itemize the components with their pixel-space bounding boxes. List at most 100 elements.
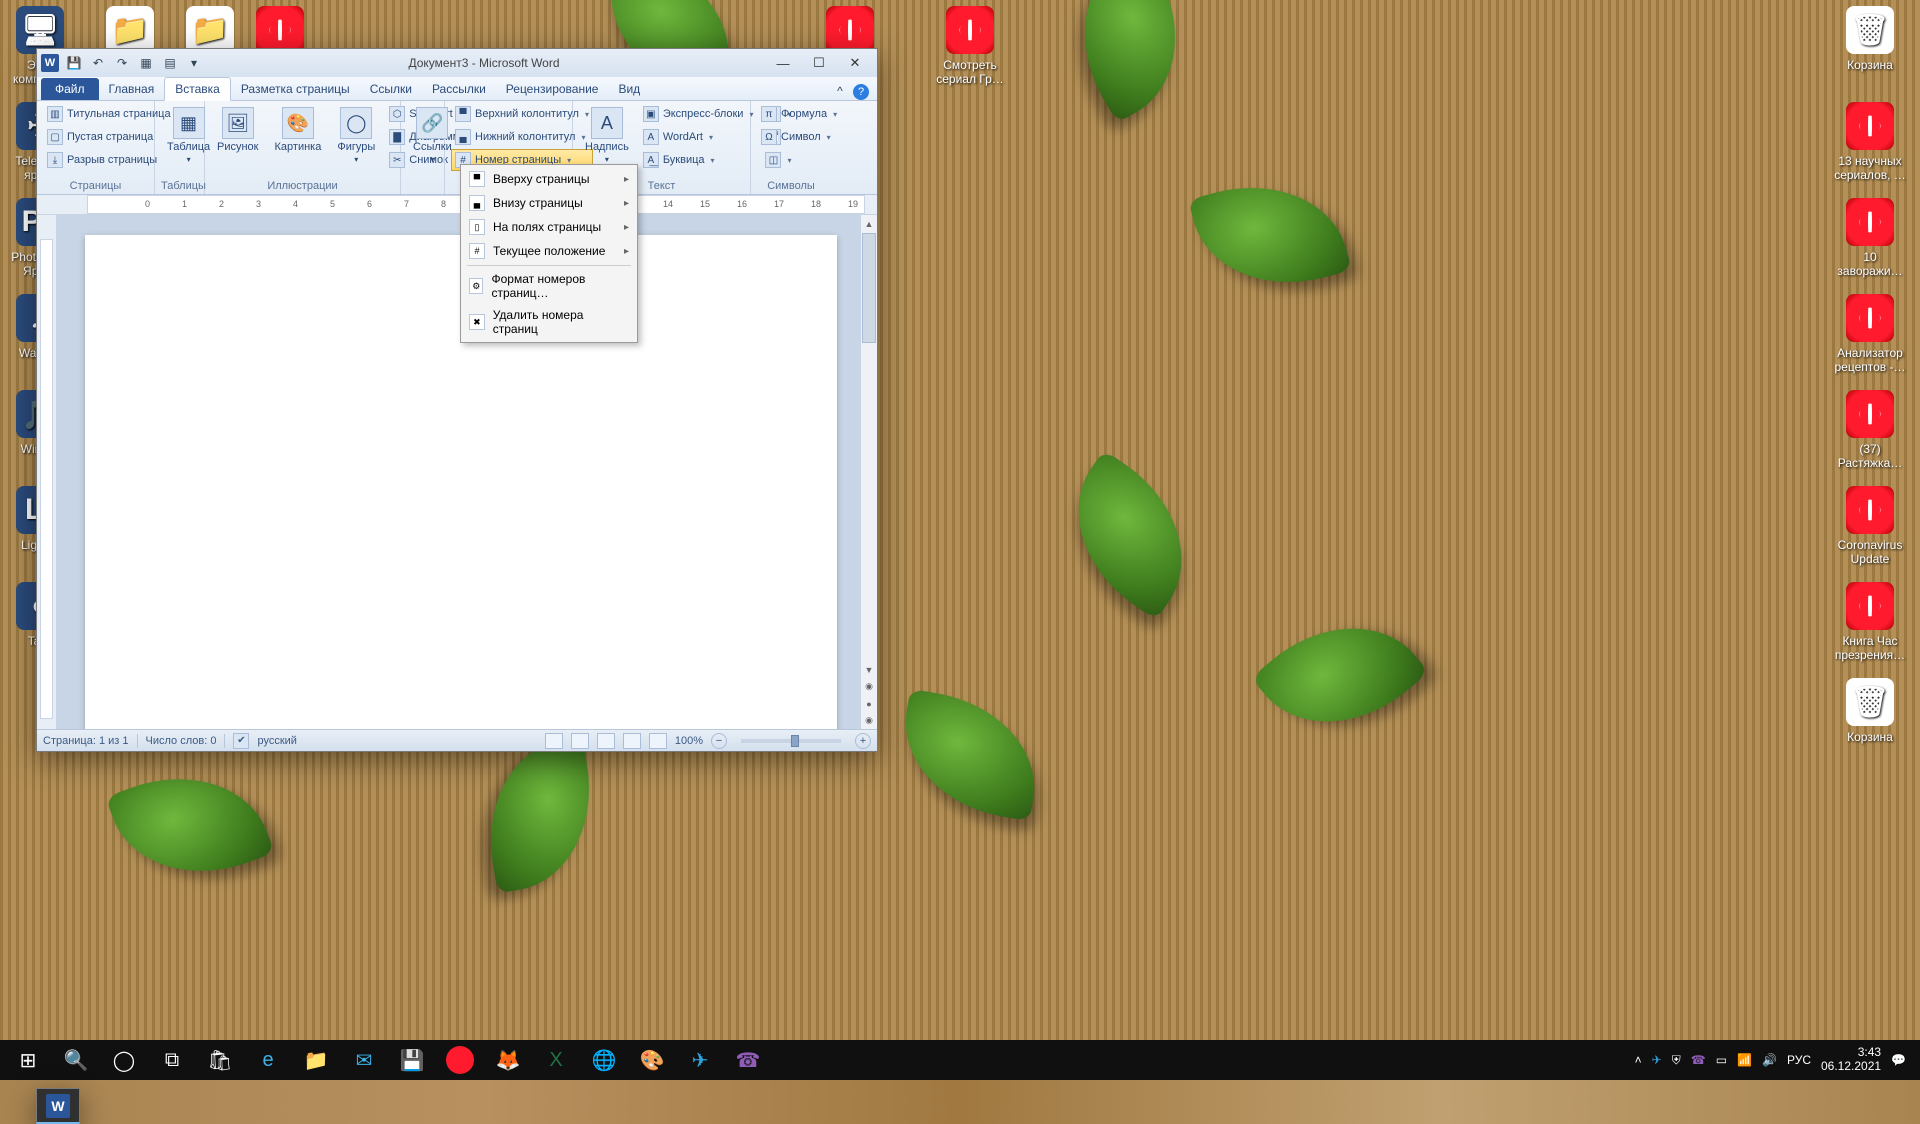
tab-file[interactable]: Файл — [41, 78, 99, 100]
cortana-button[interactable]: ◯ — [102, 1042, 146, 1078]
dropcap-button[interactable]: A͟Буквица — [639, 149, 758, 171]
textbox-button[interactable]: AНадпись▾ — [579, 103, 635, 168]
taskbar-paint[interactable]: 🎨 — [630, 1042, 674, 1078]
zoom-out-button[interactable]: − — [711, 733, 727, 749]
tray-language[interactable]: РУС — [1787, 1053, 1811, 1067]
view-print-layout[interactable] — [545, 733, 563, 749]
ribbon-minimize-icon[interactable]: ^ — [831, 82, 849, 100]
taskbar-ie[interactable]: e — [246, 1042, 290, 1078]
taskbar-explorer[interactable]: 📁 — [294, 1042, 338, 1078]
desktop-icon-opera[interactable]: Coronavirus Update — [1830, 486, 1910, 566]
qat-save[interactable]: 💾 — [65, 54, 83, 72]
desktop-icon-opera[interactable]: (37) Растяжка… — [1830, 390, 1910, 470]
tray-notifications-icon[interactable]: 💬 — [1891, 1053, 1906, 1067]
tray-volume-icon[interactable]: 🔊 — [1762, 1053, 1777, 1067]
taskbar-edge[interactable]: 🌐 — [582, 1042, 626, 1078]
tab-рецензирование[interactable]: Рецензирование — [496, 78, 609, 100]
zoom-in-button[interactable]: + — [855, 733, 871, 749]
menu-top-of-page[interactable]: ▀Вверху страницы▸ — [463, 167, 635, 191]
taskbar-opera[interactable] — [438, 1042, 482, 1078]
taskbar-word[interactable]: W — [36, 1088, 80, 1124]
start-button[interactable]: ⊞ — [6, 1042, 50, 1078]
tab-главная[interactable]: Главная — [99, 78, 165, 100]
tab-ссылки[interactable]: Ссылки — [360, 78, 422, 100]
vertical-scrollbar[interactable]: ▲ ▼ ◉ ● ◉ — [860, 215, 877, 729]
tray-telegram-icon[interactable]: ✈ — [1652, 1053, 1662, 1067]
menu-remove-page-numbers[interactable]: ✖Удалить номера страниц — [463, 304, 635, 340]
menu-page-margins[interactable]: ▯На полях страницы▸ — [463, 215, 635, 239]
status-words[interactable]: Число слов: 0 — [146, 735, 217, 747]
menu-bottom-of-page[interactable]: ▄Внизу страницы▸ — [463, 191, 635, 215]
quickparts-button[interactable]: ▣Экспресс-блоки — [639, 103, 758, 125]
taskview-button[interactable]: ⧉ — [150, 1042, 194, 1078]
view-outline[interactable] — [623, 733, 641, 749]
tab-вид[interactable]: Вид — [608, 78, 650, 100]
leaf-decoration — [105, 749, 274, 900]
tab-рассылки[interactable]: Рассылки — [422, 78, 496, 100]
qat-undo[interactable]: ↶ — [89, 54, 107, 72]
browse-object-button[interactable]: ● — [861, 695, 877, 712]
tray-viber-icon[interactable]: ☎ — [1691, 1053, 1706, 1067]
status-page[interactable]: Страница: 1 из 1 — [43, 735, 129, 747]
close-button[interactable]: ✕ — [837, 52, 873, 74]
desktop-icon-opera[interactable]: Смотреть сериал Гр… — [930, 6, 1010, 86]
zoom-level[interactable]: 100% — [675, 735, 703, 747]
taskbar-viber[interactable]: ☎ — [726, 1042, 770, 1078]
zoom-slider[interactable] — [741, 739, 841, 743]
taskbar-mail[interactable]: ✉ — [342, 1042, 386, 1078]
taskbar: ⊞ 🔍 ◯ ⧉ 🛍 e 📁 ✉ 💾 🦊 W X 🌐 🎨 ✈ ☎ ˄ ✈ ⛨ ☎ … — [0, 1040, 1920, 1080]
desktop-icon-opera[interactable]: Книга Час презрения… — [1830, 582, 1910, 662]
tray-wifi-icon[interactable]: 📶 — [1737, 1053, 1752, 1067]
equation-button[interactable]: πФормула — [757, 103, 841, 125]
desktop[interactable]: 🖥Этот компью…✈Telegram ярл…PsPhotoshop Я… — [0, 0, 1920, 1080]
menu-current-position[interactable]: #Текущее положение▸ — [463, 239, 635, 263]
scroll-up-button[interactable]: ▲ — [861, 215, 877, 232]
view-draft[interactable] — [649, 733, 667, 749]
tray-clock[interactable]: 3:43 06.12.2021 — [1821, 1046, 1881, 1074]
tray-chevron-icon[interactable]: ˄ — [1635, 1053, 1642, 1067]
spellcheck-icon[interactable]: ✔ — [233, 733, 249, 749]
tray-security-icon[interactable]: ⛨ — [1672, 1053, 1681, 1068]
taskbar-excel[interactable]: X — [534, 1042, 578, 1078]
tab-разметка страницы[interactable]: Разметка страницы — [231, 78, 360, 100]
maximize-button[interactable]: ☐ — [801, 52, 837, 74]
next-page-button[interactable]: ◉ — [861, 712, 877, 729]
taskbar-firefox[interactable]: 🦊 — [486, 1042, 530, 1078]
qat-customize[interactable]: ▾ — [185, 54, 203, 72]
status-language[interactable]: русский — [257, 735, 296, 747]
page-scroll[interactable] — [57, 215, 860, 729]
view-web[interactable] — [597, 733, 615, 749]
view-fullscreen[interactable] — [571, 733, 589, 749]
horizontal-ruler[interactable]: 012345678910111213141516171819 — [37, 195, 877, 215]
symbol-button[interactable]: ΩСимвол — [757, 126, 841, 148]
tray-battery-icon[interactable]: ▭ — [1716, 1053, 1727, 1067]
scroll-down-button[interactable]: ▼ — [861, 661, 877, 678]
desktop-icon-recycle[interactable]: 🗑Корзина — [1830, 678, 1910, 744]
prev-page-button[interactable]: ◉ — [861, 678, 877, 695]
taskbar-telegram[interactable]: ✈ — [678, 1042, 722, 1078]
vertical-ruler[interactable] — [37, 215, 57, 729]
minimize-button[interactable]: ― — [765, 52, 801, 74]
clipart-button[interactable]: 🎨Картинка — [269, 103, 328, 157]
footer-button[interactable]: ▄Нижний колонтитул — [451, 126, 593, 148]
wordart-button[interactable]: AWordArt — [639, 126, 758, 148]
shapes-button[interactable]: ◯Фигуры▾ — [331, 103, 381, 168]
desktop-icon-opera[interactable]: 10 заворажи… — [1830, 198, 1910, 278]
scroll-thumb[interactable] — [862, 233, 876, 343]
qat-new[interactable]: ▦ — [137, 54, 155, 72]
desktop-icon-opera[interactable]: 13 научных сериалов, … — [1830, 102, 1910, 182]
label: Удалить номера страниц — [493, 308, 629, 336]
taskbar-save[interactable]: 💾 — [390, 1042, 434, 1078]
qat-print[interactable]: ▤ — [161, 54, 179, 72]
menu-format-page-numbers[interactable]: ⚙Формат номеров страниц… — [463, 268, 635, 304]
taskbar-store[interactable]: 🛍 — [198, 1042, 242, 1078]
picture-button[interactable]: 🖼Рисунок — [211, 103, 265, 157]
tab-вставка[interactable]: Вставка — [164, 77, 231, 101]
ribbon: ▥Титульная страница ▢Пустая страница ⤓Ра… — [37, 101, 877, 195]
desktop-icon-opera[interactable]: Анализатор рецептов -… — [1830, 294, 1910, 374]
help-button[interactable]: ? — [853, 84, 869, 100]
header-button[interactable]: ▀Верхний колонтитул — [451, 103, 593, 125]
desktop-icon-recycle[interactable]: 🗑Корзина — [1830, 6, 1910, 72]
search-button[interactable]: 🔍 — [54, 1042, 98, 1078]
qat-redo[interactable]: ↷ — [113, 54, 131, 72]
